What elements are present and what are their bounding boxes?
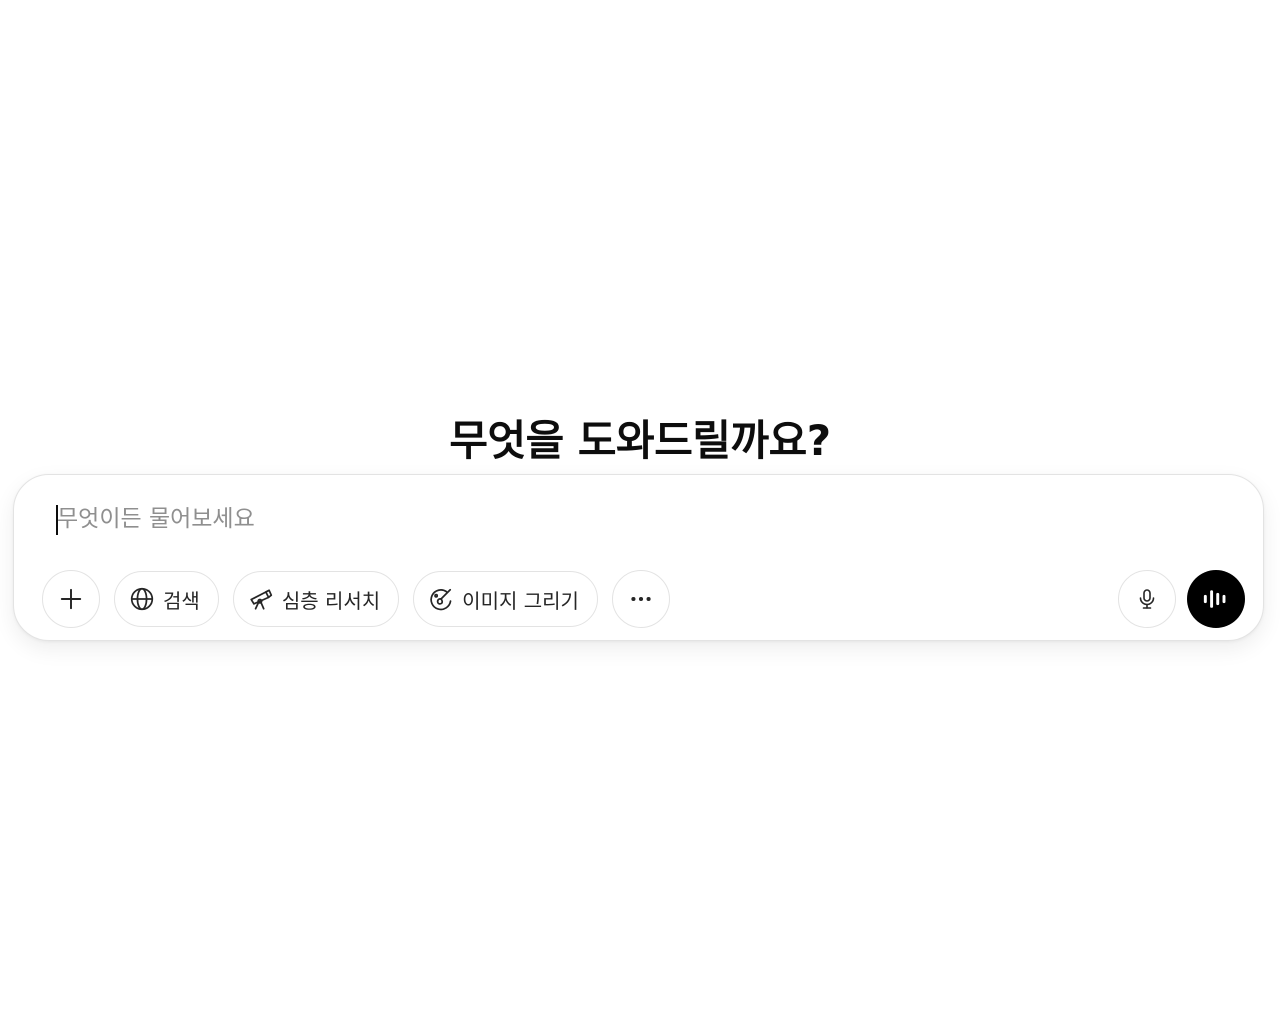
- paint-brush-icon: [428, 586, 454, 612]
- ellipsis-icon: [628, 586, 654, 612]
- draw-image-button-label: 이미지 그리기: [462, 588, 579, 613]
- search-button-label: 검색: [163, 588, 200, 613]
- draw-image-button[interactable]: 이미지 그리기: [413, 571, 598, 627]
- prompt-composer: 검색 심층 리서치: [13, 474, 1264, 641]
- dictate-button[interactable]: [1118, 570, 1176, 628]
- composer-right-tools: [1118, 570, 1245, 628]
- prompt-input[interactable]: [54, 503, 1217, 535]
- deep-research-button-label: 심층 리서치: [281, 588, 381, 613]
- more-tools-button[interactable]: [611, 570, 670, 628]
- add-attachment-button[interactable]: [42, 570, 100, 628]
- globe-icon: [129, 586, 155, 612]
- deep-research-button[interactable]: 심층 리서치: [232, 571, 400, 627]
- voice-mode-button[interactable]: [1187, 570, 1245, 628]
- composer-toolbar: 검색 심층 리서치 이미지 그리기: [42, 570, 670, 628]
- page: 무엇을 도와드릴까요? 무엇이든 물어보세요 검색 심층 리서치 이미지 그리기: [0, 0, 1280, 1018]
- microphone-icon: [1135, 587, 1159, 611]
- page-title: 무엇을 도와드릴까요?: [449, 416, 831, 466]
- telescope-icon: [248, 586, 274, 612]
- plus-icon: [58, 586, 84, 612]
- voice-waveform-icon: [1200, 583, 1232, 615]
- search-button[interactable]: 검색: [114, 571, 219, 627]
